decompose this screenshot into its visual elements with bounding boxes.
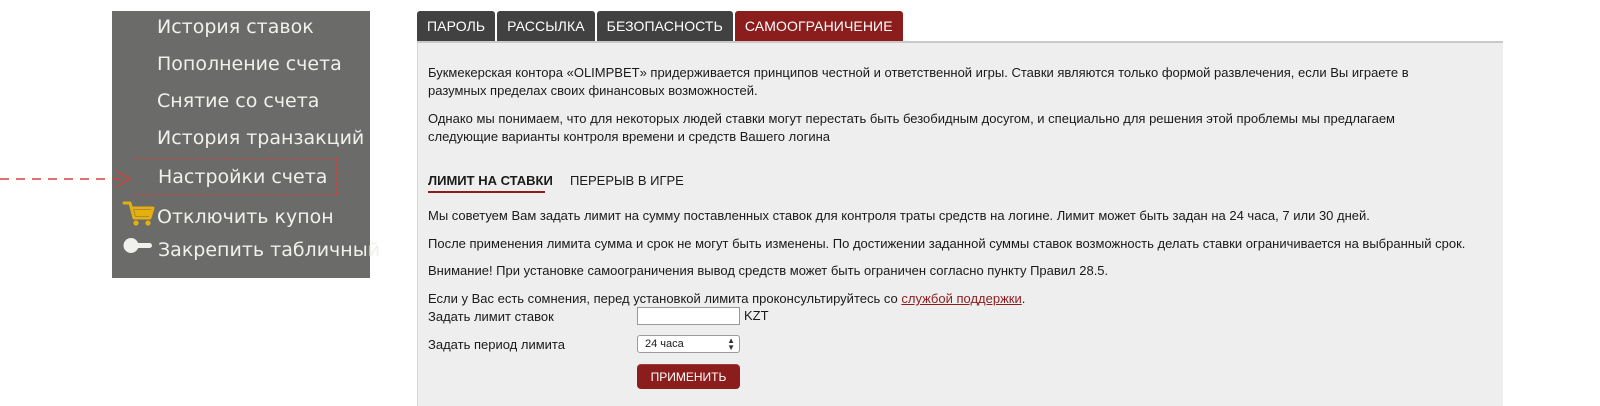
limit-amount-label: Задать лимит ставок [428,309,554,324]
menu-item-label: Отключить купон [157,205,334,228]
limit-period-select[interactable]: 24 часа ▲ ▼ [637,335,740,353]
subtab-bet-limit[interactable]: ЛИМИТ НА СТАВКИ [428,173,553,188]
limit-period-value: 24 часа [645,338,684,350]
select-arrows-icon: ▲ ▼ [727,336,735,352]
limit-info-1: Мы советуем Вам задать лимит на сумму по… [428,208,1370,223]
menu-item-bet-history[interactable]: История ставок [157,14,314,40]
menu-item-transaction-history[interactable]: История транзакций [157,125,364,151]
limit-info-4-end: . [1021,291,1026,306]
subtab-game-break[interactable]: ПЕРЕРЫВ В ИГРЕ [570,173,684,188]
limit-info-4: Если у Вас есть сомнения, перед установк… [428,290,1468,308]
intro-paragraph-2: Однако мы понимаем, что для некоторых лю… [428,111,1395,144]
account-side-menu: История ставок Пополнение счета Снятие с… [112,11,380,278]
menu-item-deposit[interactable]: Пополнение счета [157,51,342,77]
tab-self-limitation[interactable]: САМООГРАНИЧЕНИЕ [734,11,903,42]
menu-item-pin-table[interactable]: Закрепить табличный [122,236,380,263]
menu-item-label: Закрепить табличный [158,238,381,261]
support-link[interactable]: службой поддержки [901,291,1021,306]
currency-label: KZT [744,308,769,323]
settings-tabs: ПАРОЛЬ РАССЫЛКА БЕЗОПАСНОСТЬ САМООГРАНИЧ… [417,11,903,42]
tab-security[interactable]: БЕЗОПАСНОСТЬ [596,11,733,42]
callout-arrow-icon [0,170,132,188]
limit-info-3: Внимание! При установке самоограничения … [428,263,1109,278]
cart-icon [122,199,155,234]
tab-newsletter[interactable]: РАССЫЛКА [497,11,595,42]
intro-paragraph-1: Букмекерская контора «OLIMPBET» придержи… [428,65,1409,98]
limit-period-label: Задать период лимита [428,337,565,352]
subtab-active-underline [428,191,545,193]
menu-item-disable-coupon[interactable]: Отключить купон [122,199,334,234]
menu-item-account-settings[interactable]: Настройки счета [133,158,337,195]
apply-button[interactable]: ПРИМЕНИТЬ [637,364,740,389]
tab-password[interactable]: ПАРОЛЬ [417,11,496,42]
limit-info-4-text: Если у Вас есть сомнения, перед установк… [428,291,902,306]
settings-panel: ПАРОЛЬ РАССЫЛКА БЕЗОПАСНОСТЬ САМООГРАНИЧ… [417,11,1503,406]
toggle-icon [122,236,156,263]
menu-item-withdraw[interactable]: Снятие со счета [157,88,319,114]
limit-info-2: После применения лимита сумма и срок не … [428,236,1466,251]
limit-amount-input[interactable] [637,307,740,325]
self-limitation-content: Букмекерская контора «OLIMPBET» придержи… [417,43,1503,406]
